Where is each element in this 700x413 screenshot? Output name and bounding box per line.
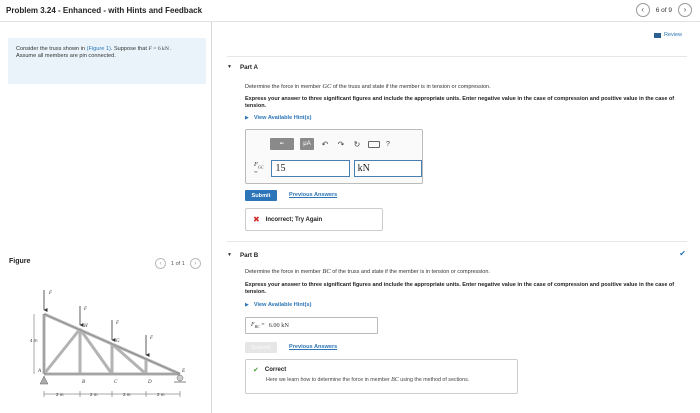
unit-input[interactable]: kN <box>353 160 422 177</box>
part-a-field-row: FGC = 15 kN <box>254 160 422 177</box>
review-link[interactable]: Review <box>653 32 682 38</box>
feedback-title: Correct <box>264 367 287 373</box>
dim-spacing: 2 m <box>157 392 165 397</box>
header-bar: Problem 3.24 - Enhanced - with Hints and… <box>0 0 700 22</box>
answer-eq: = <box>259 321 265 328</box>
caret-down-icon: ▼ <box>227 252 232 258</box>
prompt-text: of the truss and state if the member is … <box>332 84 491 90</box>
figure-link[interactable]: (Figure 1) <box>87 46 111 52</box>
label-F: F <box>149 336 154 341</box>
label-E: E <box>181 369 185 374</box>
hints-label: View Available Hint(s) <box>253 115 312 121</box>
caret-right-icon: ▶ <box>245 115 249 121</box>
answer-label: FBC = <box>251 322 265 329</box>
label-B: B <box>82 380 85 385</box>
feedback-row: ✔ Correct <box>246 360 517 377</box>
answer-value: 6.00 kN <box>268 322 289 329</box>
part-a-instructions: Express your answer to three significant… <box>245 96 675 109</box>
right-panel: Review ▼ Part A Determine the force in m… <box>213 22 700 413</box>
feedback-text: Incorrect; Try Again <box>265 216 323 223</box>
member-name: BC <box>391 377 399 383</box>
feedback-detail: Here we learn how to determine the force… <box>246 377 517 383</box>
value-input[interactable]: 15 <box>271 160 350 177</box>
help-button[interactable]: ? <box>386 141 390 148</box>
completed-check-icon: ✔ <box>679 249 686 258</box>
feedback-text: Here we learn how to determine the force… <box>266 377 390 383</box>
feedback-text: using the method of sections. <box>400 377 470 383</box>
divider <box>227 241 687 242</box>
keyboard-icon[interactable] <box>368 140 380 148</box>
part-a-hints-toggle[interactable]: ▶ View Available Hint(s) <box>245 115 311 121</box>
problem-navigation: ‹ 6 of 9 › <box>635 3 692 17</box>
part-a-submit-button[interactable]: Submit <box>245 190 277 201</box>
caret-right-icon: ▶ <box>245 302 249 308</box>
success-check-icon: ✔ <box>253 367 259 374</box>
chevron-right-icon[interactable]: › <box>678 3 692 17</box>
label-A: A <box>37 369 42 374</box>
member-name: BC <box>322 268 331 275</box>
part-a-previous-answers-link[interactable]: Previous Answers <box>289 192 337 198</box>
part-a-prompt: Determine the force in member GC of the … <box>245 83 685 91</box>
part-a-answer-box: ▪▫ μA ↶ ↷ ↻ ? FGC = 15 kN <box>245 129 423 184</box>
label-F: F <box>48 291 53 296</box>
prompt-text: of the truss and state if the member is … <box>332 269 490 275</box>
part-a-header[interactable]: ▼ Part A <box>227 62 258 72</box>
field-eq: = <box>254 169 258 177</box>
figure-count: 1 of 1 <box>171 260 185 267</box>
review-label: Review <box>663 32 682 38</box>
part-b-instructions: Express your answer to three significant… <box>245 282 675 295</box>
truss-figure: F F F F H G A B C D E 4 m 2 m 2 m 2 m 2 … <box>30 290 186 397</box>
part-b-submit-button: Submit <box>245 342 277 353</box>
reset-icon[interactable]: ↻ <box>352 140 362 149</box>
part-b-feedback: ✔ Correct Here we learn how to determine… <box>245 359 518 394</box>
dim-spacing: 2 m <box>123 392 131 397</box>
label-D: D <box>147 380 152 385</box>
figure-navigation: ‹ 1 of 1 › <box>155 258 201 269</box>
prompt-text: Determine the force in member <box>245 84 321 90</box>
part-b-hints-toggle[interactable]: ▶ View Available Hint(s) <box>245 302 311 308</box>
error-x-icon: ✖ <box>253 215 260 224</box>
feedback-row: ✖ Incorrect; Try Again <box>246 209 382 230</box>
label-G: G <box>116 339 120 344</box>
problem-text: Assume all members are pin connected. <box>16 53 116 59</box>
part-b-prompt: Determine the force in member BC of the … <box>245 268 685 276</box>
page-count: 6 of 9 <box>655 6 672 14</box>
templates-button[interactable]: ▪▫ <box>270 138 294 150</box>
label-H: H <box>83 324 88 329</box>
undo-icon[interactable]: ↶ <box>320 140 330 149</box>
part-a-feedback: ✖ Incorrect; Try Again <box>245 208 383 231</box>
hints-label: View Available Hint(s) <box>253 302 312 308</box>
redo-icon[interactable]: ↷ <box>336 140 346 149</box>
units-button[interactable]: μA <box>300 138 314 150</box>
part-b-previous-answers-link[interactable]: Previous Answers <box>289 344 337 350</box>
part-b-header[interactable]: ▼ Part B <box>227 250 258 260</box>
problem-text: . Suppose that <box>110 46 147 52</box>
label-F: F <box>115 321 120 326</box>
field-sub: GC <box>257 164 264 170</box>
problem-statement: Consider the truss shown in (Figure 1). … <box>8 38 206 84</box>
problem-title: Problem 3.24 - Enhanced - with Hints and… <box>6 6 203 15</box>
member-name: GC <box>322 83 332 90</box>
field-label: FGC = <box>254 161 268 176</box>
chevron-right-icon[interactable]: › <box>189 258 201 269</box>
dim-spacing: 2 m <box>56 392 64 397</box>
divider <box>227 56 687 57</box>
part-b-answer-display: FBC = 6.00 kN <box>245 317 378 334</box>
problem-text: Consider the truss shown in <box>16 46 86 52</box>
chevron-left-icon[interactable]: ‹ <box>155 258 166 269</box>
caret-down-icon: ▼ <box>227 64 232 70</box>
review-icon <box>653 32 661 38</box>
math-toolbar: ▪▫ μA ↶ ↷ ↻ ? <box>270 138 390 150</box>
force-value: = 6 kN . <box>151 46 172 52</box>
prompt-text: Determine the force in member <box>245 269 321 275</box>
part-b-title: Part B <box>239 251 259 259</box>
label-C: C <box>114 380 118 385</box>
figure-label: Figure <box>9 258 31 265</box>
part-a-title: Part A <box>239 63 258 71</box>
dim-height: 4 m <box>30 338 38 343</box>
left-panel: Consider the truss shown in (Figure 1). … <box>0 22 212 413</box>
dim-spacing: 2 m <box>90 392 98 397</box>
label-F: F <box>83 307 88 312</box>
chevron-left-icon[interactable]: ‹ <box>635 3 650 17</box>
